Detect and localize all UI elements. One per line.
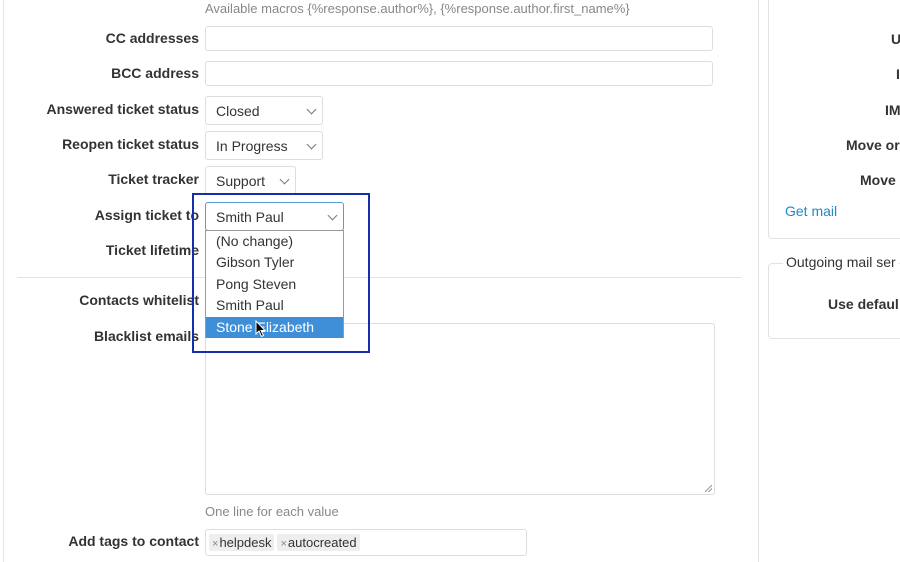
assign-label: Assign ticket to <box>94 207 199 223</box>
lifetime-label: Ticket lifetime <box>105 242 199 258</box>
mouse-cursor-icon <box>255 320 267 338</box>
cc-label: CC addresses <box>105 30 199 46</box>
reopen-status-label: Reopen ticket status <box>62 136 199 152</box>
tracker-select[interactable]: Support <box>205 166 296 195</box>
answered-status-select[interactable]: Closed <box>205 96 323 125</box>
tags-label: Add tags to contact <box>68 533 199 549</box>
reopen-status-select[interactable]: In Progress <box>205 131 323 160</box>
chevron-down-icon <box>306 139 317 150</box>
blacklist-label: Blacklist emails <box>93 328 199 344</box>
get-mail-link[interactable]: Get mail <box>785 203 837 219</box>
outgoing-mail-legend: Outgoing mail ser <box>783 254 899 270</box>
tag-label: helpdesk <box>219 535 272 550</box>
sidebar-label: IM <box>885 102 900 118</box>
tag-label: autocreated <box>287 535 357 550</box>
sidebar-label: Move or <box>846 137 900 153</box>
bcc-address-input[interactable] <box>205 61 713 86</box>
sidebar-label: I <box>896 66 900 82</box>
macros-hint: Available macros {%response.author%}, {%… <box>205 1 630 16</box>
whitelist-label: Contacts whitelist <box>79 292 199 308</box>
focus-highlight-box <box>192 193 370 353</box>
use-default-label: Use defaul <box>828 296 899 312</box>
resize-grip-icon[interactable] <box>705 485 712 492</box>
tags-input[interactable]: ×helpdesk ×autocreated <box>205 529 527 556</box>
sidebar-label: U <box>891 31 900 47</box>
chevron-down-icon <box>279 174 290 185</box>
tag-chip: ×autocreated <box>277 534 360 551</box>
tag-chip: ×helpdesk <box>209 534 275 551</box>
remove-tag-icon[interactable]: × <box>212 538 218 550</box>
cc-addresses-input[interactable] <box>205 26 713 51</box>
bcc-label: BCC address <box>111 65 199 81</box>
answered-status-label: Answered ticket status <box>46 101 200 117</box>
sidebar-label: Move <box>860 172 896 188</box>
tracker-value: Support <box>216 173 266 189</box>
remove-tag-icon[interactable]: × <box>280 538 286 550</box>
reopen-status-value: In Progress <box>216 138 288 154</box>
chevron-down-icon <box>306 104 317 115</box>
answered-status-value: Closed <box>216 103 260 119</box>
section-divider <box>17 277 741 278</box>
blacklist-hint: One line for each value <box>205 504 339 519</box>
tracker-label: Ticket tracker <box>108 171 199 187</box>
